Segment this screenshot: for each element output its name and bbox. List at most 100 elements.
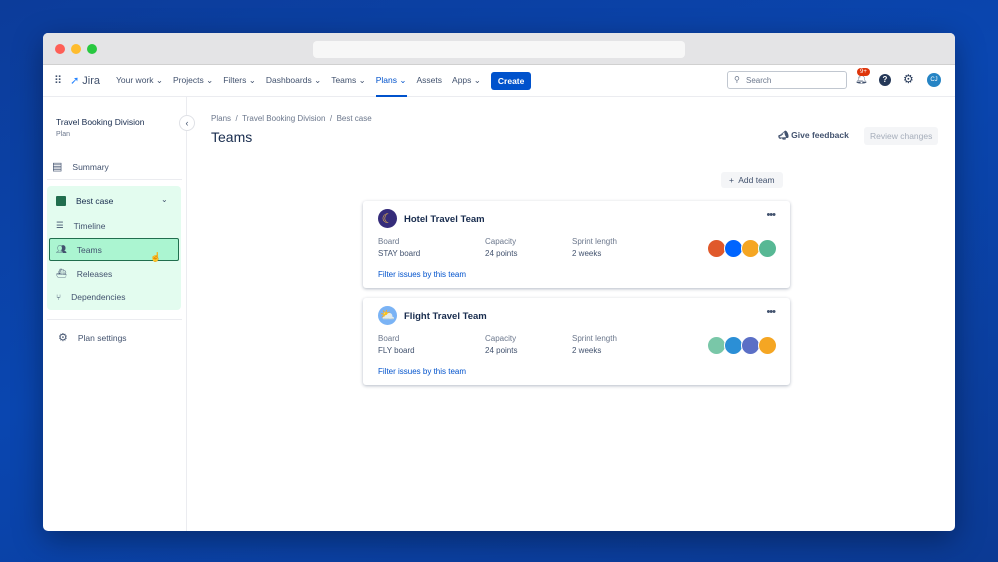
nav-plans[interactable]: Plans ⌄ [376,75,407,86]
scenario-selector[interactable]: Best case [56,196,113,206]
nav-your-work[interactable]: Your work ⌄ [116,75,163,86]
filter-issues-link[interactable]: Filter issues by this team [378,270,466,279]
scenario-label: Best case [76,196,113,206]
nav-label: Teams [331,75,356,85]
member-avatar[interactable] [758,336,777,355]
nav-projects[interactable]: Projects ⌄ [173,75,213,86]
add-team-label: Add team [738,175,774,185]
nav-teams[interactable]: Teams ⌄ [331,75,366,86]
moon-icon: ☾ [378,209,397,228]
capacity-value: 24 points [485,346,517,355]
sidebar: Travel Booking Division Plan ‹ ▤Summary … [43,97,187,531]
scenario-color-icon [56,196,66,206]
jira-logo[interactable]: Jira [82,75,100,87]
cursor-hand-icon: ☝ [150,252,161,263]
sidebar-item-timeline[interactable]: ☰ Timeline [56,220,105,231]
minimize-window-button[interactable] [71,44,81,54]
sidebar-item-label: Releases [77,269,112,279]
board-label: Board [378,334,399,343]
nav-filters[interactable]: Filters ⌄ [223,75,256,86]
chevron-down-icon: ⌄ [359,75,366,85]
capacity-value: 24 points [485,249,517,258]
review-changes-button[interactable]: Review changes [864,127,938,145]
chevron-down-icon: ⌄ [156,75,163,85]
nav-label: Assets [417,75,443,85]
browser-window: ⠿ ➚ Jira Your work ⌄Projects ⌄Filters ⌄D… [43,33,955,531]
nav-assets[interactable]: Assets [417,75,443,86]
jira-logo-icon: ➚ [70,74,79,87]
search-input[interactable]: ⚲ Search [727,71,847,89]
sidebar-item-label: Summary [72,162,108,172]
settings-icon[interactable]: ⚙ [903,72,914,86]
sidebar-item-label: Teams [77,245,102,255]
chevron-down-icon: ⌄ [206,75,213,85]
sidebar-item-plan-settings[interactable]: ⚙Plan settings [58,331,127,344]
filter-issues-link[interactable]: Filter issues by this team [378,367,466,376]
divider [47,319,182,320]
dependencies-icon: ⑂ [56,292,61,302]
sidebar-item-label: Dependencies [71,292,125,302]
settings-icon: ⚙ [58,331,68,344]
team-name[interactable]: Flight Travel Team [404,311,487,322]
sidebar-item-releases[interactable]: ⛴ Releases [56,268,112,279]
nav-label: Plans [376,75,397,85]
team-name[interactable]: Hotel Travel Team [404,214,485,225]
close-window-button[interactable] [55,44,65,54]
more-actions-button[interactable]: ••• [766,306,775,318]
chevron-down-icon: ⌄ [314,75,321,85]
breadcrumb-plans[interactable]: Plans [211,114,231,123]
team-card: ⛅Flight Travel Team•••BoardFLY boardCapa… [363,298,790,385]
user-avatar[interactable]: CJ [927,73,941,87]
collapse-sidebar-button[interactable]: ‹ [179,115,195,131]
sidebar-item-teams-content: 👥︎ Teams [56,244,102,255]
give-feedback-label: Give feedback [791,130,849,140]
search-icon: ⚲ [734,75,740,84]
nav-label: Projects [173,75,204,85]
page-title: Teams [211,129,252,145]
sprint-length-value: 2 weeks [572,249,601,258]
more-actions-button[interactable]: ••• [766,209,775,221]
plan-type: Plan [56,131,70,138]
breadcrumb-scenario[interactable]: Best case [337,114,372,123]
sidebar-item-label: Timeline [74,221,106,231]
sidebar-item-summary[interactable]: ▤ Summary [52,160,109,173]
sprint-length-value: 2 weeks [572,346,601,355]
address-bar[interactable] [313,41,685,58]
sprint-length-label: Sprint length [572,237,617,246]
team-card: ☾Hotel Travel Team•••BoardSTAY boardCapa… [363,201,790,288]
timeline-icon: ☰ [56,220,64,231]
releases-icon: ⛴ [56,268,67,279]
chevron-down-icon[interactable]: ⌄ [161,195,168,204]
main-content: Plans / Travel Booking Division / Best c… [188,97,955,531]
breadcrumb-plan[interactable]: Travel Booking Division [242,114,325,123]
sidebar-item-dependencies[interactable]: ⑂ Dependencies [56,292,125,302]
nav-label: Filters [223,75,246,85]
breadcrumb: Plans / Travel Booking Division / Best c… [211,114,372,123]
nav-label: Dashboards [266,75,312,85]
teams-icon: 👥︎ [56,244,67,255]
megaphone-icon: 📣︎ [778,130,789,140]
plus-icon: + [729,175,734,185]
top-nav: ⠿ ➚ Jira Your work ⌄Projects ⌄Filters ⌄D… [43,65,955,97]
app-switcher-icon[interactable]: ⠿ [54,74,62,87]
sun-cloud-icon: ⛅ [378,306,397,325]
sprint-length-label: Sprint length [572,334,617,343]
nav-dashboards[interactable]: Dashboards ⌄ [266,75,321,86]
plan-name: Travel Booking Division [56,117,145,127]
give-feedback-button[interactable]: 📣︎ Give feedback [778,130,849,141]
add-team-button[interactable]: + Add team [721,172,783,188]
nav-label: Apps [452,75,471,85]
summary-icon: ▤ [52,160,62,173]
nav-apps[interactable]: Apps ⌄ [452,75,481,86]
create-button[interactable]: Create [491,72,531,90]
notification-badge: 9+ [857,68,870,76]
chevron-down-icon: ⌄ [474,75,481,85]
help-icon[interactable]: ? [879,74,891,86]
search-placeholder: Search [746,76,771,85]
board-value: FLY board [378,346,415,355]
chevron-down-icon: ⌄ [249,75,256,85]
board-value: STAY board [378,249,420,258]
member-avatar[interactable] [758,239,777,258]
chevron-down-icon: ⌄ [399,75,406,85]
maximize-window-button[interactable] [87,44,97,54]
